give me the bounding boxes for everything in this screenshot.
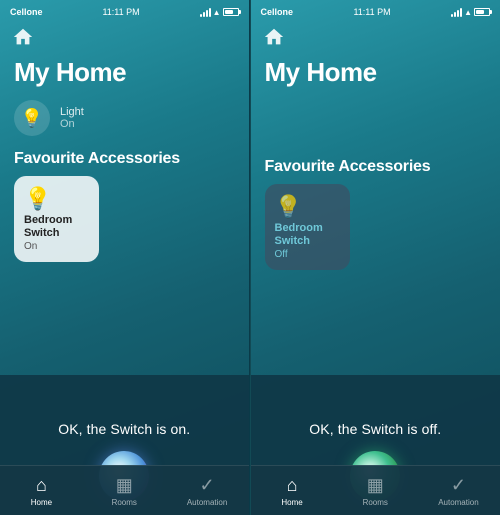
light-accessory-left[interactable]: 💡 Light On [0,96,249,140]
carrier-left: Cellone [10,7,43,17]
section-title-left: Favourite Accessories [0,140,249,176]
status-indicators-left: ▲ [200,7,239,17]
tab-rooms-left[interactable]: ▦ Rooms [83,475,166,507]
status-bar-right: Cellone 11:11 PM ▲ [251,0,500,22]
signal-icon-left [200,7,211,17]
wifi-icon-right: ▲ [464,8,472,17]
automation-tab-icon-right: ✓ [451,475,466,496]
rooms-tab-icon-right: ▦ [367,475,384,496]
siri-text-left: OK, the Switch is on. [58,421,190,437]
status-bar-left: Cellone 11:11 PM ▲ [0,0,249,22]
tile-status-right: Off [275,249,340,260]
automation-tab-icon-left: ✓ [200,475,215,496]
tab-rooms-label-right: Rooms [363,498,388,507]
light-info-left: Light On [60,106,84,130]
tab-home-right[interactable]: ⌂ Home [251,475,334,507]
carrier-right: Cellone [261,7,294,17]
tab-automation-right[interactable]: ✓ Automation [417,475,500,507]
tile-bulb-icon-right: 💡 [275,194,340,220]
tab-rooms-right[interactable]: ▦ Rooms [334,475,417,507]
tile-info-right: Bedroom Switch Off [275,222,340,260]
tile-bulb-icon-left: 💡 [24,186,89,212]
page-title-left: My Home [0,55,249,96]
tab-home-label-left: Home [31,498,52,507]
tab-home-label-right: Home [281,498,302,507]
tile-status-left: On [24,241,89,252]
tab-bar-right: ⌂ Home ▦ Rooms ✓ Automation [251,465,500,515]
tab-automation-label-right: Automation [438,498,478,507]
battery-icon-right [474,8,490,16]
tab-rooms-label-left: Rooms [112,498,137,507]
tile-label-left: Bedroom Switch [24,214,89,240]
bulb-emoji-left: 💡 [21,108,43,129]
tab-automation-label-left: Automation [187,498,227,507]
home-nav-icon-right[interactable] [251,22,500,55]
tab-automation-left[interactable]: ✓ Automation [166,475,249,507]
battery-icon-left [223,8,239,16]
bedroom-switch-tile-right[interactable]: 💡 Bedroom Switch Off [265,184,350,270]
home-tab-icon-left: ⌂ [36,475,47,496]
section-title-right: Favourite Accessories [251,148,500,184]
left-phone-screen: Cellone 11:11 PM ▲ My Home 💡 Light On Fa… [0,0,250,515]
tile-info-left: Bedroom Switch On [24,214,89,252]
tab-bar-left: ⌂ Home ▦ Rooms ✓ Automation [0,465,249,515]
tile-label-right: Bedroom Switch [275,222,340,248]
time-right: 11:11 PM [353,7,390,17]
tab-home-left[interactable]: ⌂ Home [0,475,83,507]
light-bulb-icon-left: 💡 [14,100,50,136]
rooms-tab-icon-left: ▦ [116,475,133,496]
light-status-left: On [60,118,84,130]
wifi-icon-left: ▲ [213,8,221,17]
house-icon-right [263,26,285,48]
home-nav-icon-left[interactable] [0,22,249,55]
light-label-left: Light [60,106,84,118]
siri-text-right: OK, the Switch is off. [309,421,441,437]
signal-icon-right [451,7,462,17]
house-icon-left [12,26,34,48]
time-left: 11:11 PM [102,7,139,17]
bedroom-switch-tile-left[interactable]: 💡 Bedroom Switch On [14,176,99,262]
right-phone-screen: Cellone 11:11 PM ▲ My Home Favourite Acc… [251,0,500,515]
status-indicators-right: ▲ [451,7,490,17]
home-tab-icon-right: ⌂ [287,475,298,496]
page-title-right: My Home [251,55,500,96]
